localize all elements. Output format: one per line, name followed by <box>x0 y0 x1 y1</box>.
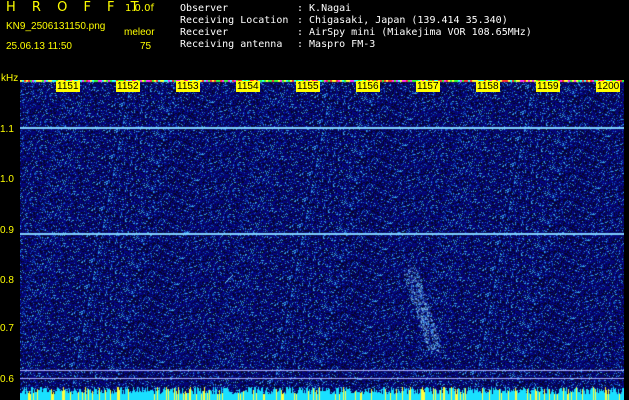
y-tick-label: 1.1 <box>0 124 14 135</box>
y-tick-label: 0.9 <box>0 225 14 236</box>
app-title: H R O F F T <box>6 0 145 15</box>
count-value: 75 <box>140 41 152 52</box>
waterfall-spectrogram <box>20 80 624 400</box>
y-tick-label: 0.6 <box>0 374 14 385</box>
x-tick-label: 1155 <box>296 81 320 92</box>
x-tick-label: 1154 <box>236 81 260 92</box>
y-tick-label: 1.0 <box>0 174 14 185</box>
x-tick-label: 1158 <box>476 81 500 92</box>
y-axis-unit: kHz <box>1 73 19 84</box>
count-label: meleor <box>124 27 155 38</box>
y-tick-label: 0.8 <box>0 275 14 286</box>
info-key-antenna: Receiving antenna <box>180 39 283 50</box>
info-value-antenna: : Maspro FM-3 <box>297 39 376 50</box>
y-tick-label: 0.7 <box>0 323 14 334</box>
x-tick-label: 1152 <box>116 81 140 92</box>
x-tick-label: 1200 <box>596 81 621 92</box>
x-tick-label: 1153 <box>176 81 200 92</box>
date-time: 25.06.13 11:50 <box>6 41 72 52</box>
x-tick-label: 1157 <box>416 81 440 92</box>
x-tick-label: 1151 <box>56 81 80 92</box>
file-name: KN9_2506131150.png <box>6 21 106 32</box>
hrofft-window: H R O F F T 1.0.0f KN9_2506131150.png me… <box>0 0 629 400</box>
x-tick-label: 1159 <box>536 81 560 92</box>
app-version: 1.0.0f <box>125 3 154 14</box>
x-tick-label: 1156 <box>356 81 380 92</box>
